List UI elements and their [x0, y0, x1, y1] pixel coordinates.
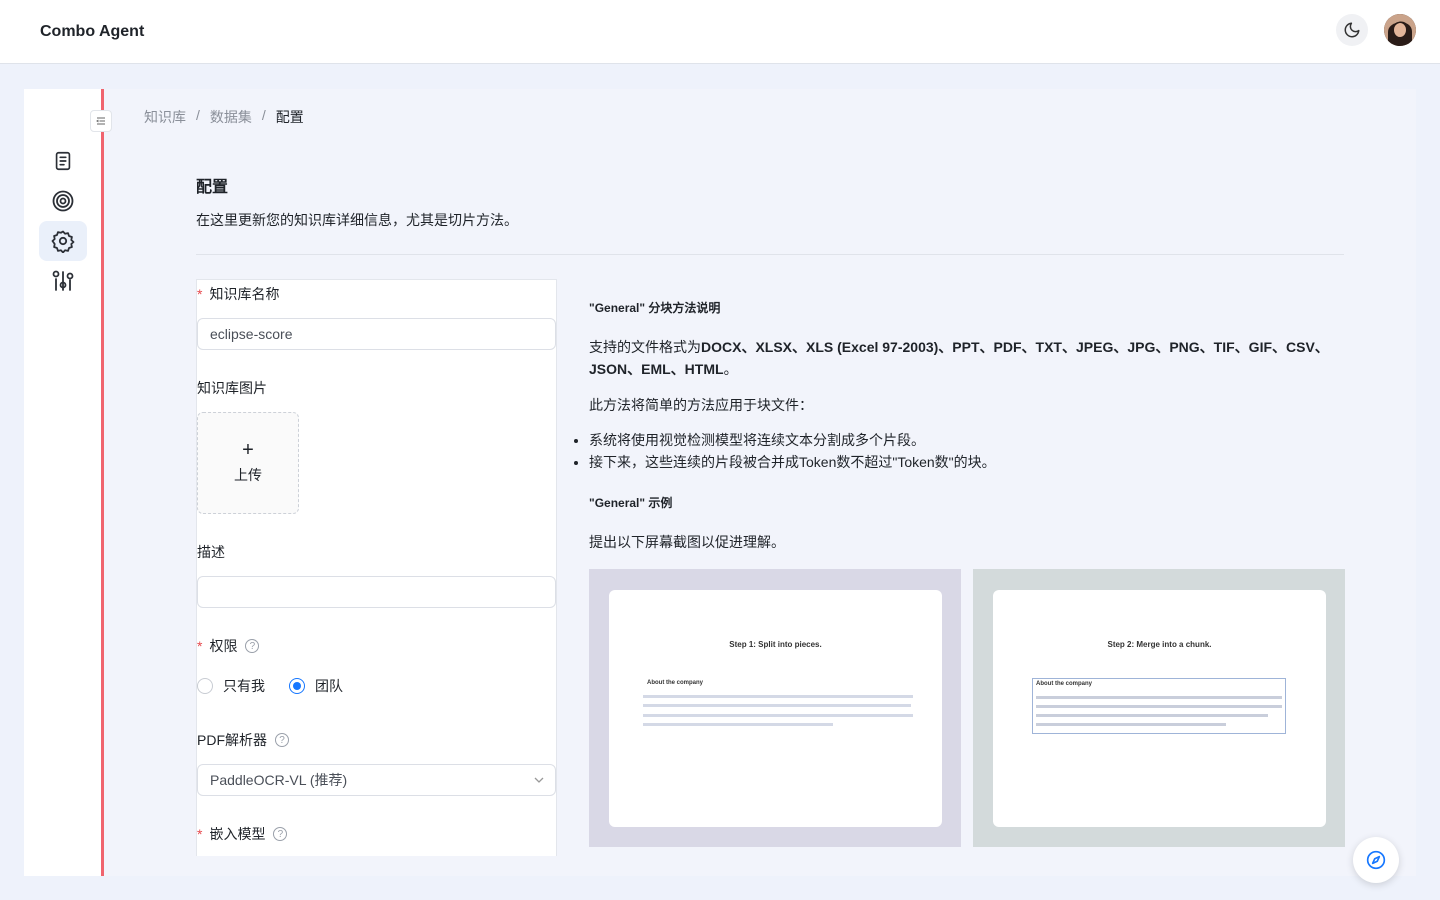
name-label: * 知识库名称: [197, 286, 280, 302]
example-screenshot-merge: Step 2: Merge into a chunk. About the co…: [973, 569, 1345, 847]
image-label: 知识库图片: [197, 380, 267, 396]
image-upload-button[interactable]: + 上传: [197, 412, 299, 514]
sidebar-item-documents[interactable]: [39, 141, 87, 181]
breadcrumb-knowledge-base[interactable]: 知识库: [144, 107, 186, 127]
screenshot-step-title: Step 2: Merge into a chunk.: [1107, 640, 1212, 649]
page-description: 在这里更新您的知识库详细信息，尤其是切片方法。: [196, 212, 518, 228]
plus-icon: +: [242, 439, 254, 461]
document-icon: [55, 151, 71, 171]
embedding-model-label: * 嵌入模型 ?: [197, 824, 288, 844]
screenshot-card: Step 1: Split into pieces. About the com…: [609, 590, 942, 827]
text-line: [1036, 723, 1226, 726]
permission-label: * 权限 ?: [197, 636, 260, 656]
screenshot-card: Step 2: Merge into a chunk. About the co…: [993, 590, 1326, 827]
screenshot-section-title: About the company: [1036, 681, 1093, 687]
example-screenshot-split: Step 1: Split into pieces. About the com…: [589, 569, 961, 847]
divider: [196, 254, 1344, 255]
moon-icon: [1344, 22, 1360, 38]
pdf-parser-label: PDF解析器 ?: [197, 730, 289, 750]
radio-label-only-me[interactable]: 只有我: [223, 676, 265, 696]
text-line: [643, 723, 833, 726]
sidebar-item-tuning[interactable]: [39, 261, 87, 301]
example-text: 提出以下屏幕截图以促进理解。: [589, 534, 785, 550]
sidebar: [24, 89, 104, 876]
screenshot-step-title: Step 1: Split into pieces.: [729, 640, 822, 649]
theme-toggle-button[interactable]: [1336, 14, 1368, 46]
app-title: Combo Agent: [40, 23, 145, 40]
sidebar-collapse-button[interactable]: [90, 110, 112, 132]
tuning-icon: [52, 270, 74, 291]
text-line: [643, 714, 913, 717]
pdf-parser-select[interactable]: PaddleOCR-VL (推荐): [197, 764, 556, 796]
method-steps-list: 系统将使用视觉检测模型将连续文本分割成多个片段。 接下来，这些连续的片段被合并成…: [589, 429, 996, 473]
required-mark: *: [197, 826, 203, 842]
text-line: [1036, 705, 1282, 708]
text-line: [1036, 714, 1268, 717]
target-icon: [52, 190, 74, 212]
text-line: [1036, 696, 1282, 699]
help-icon[interactable]: ?: [273, 827, 288, 841]
compass-icon: [1366, 850, 1386, 870]
help-icon[interactable]: ?: [245, 639, 260, 653]
page-title: 配置: [196, 179, 229, 196]
floating-assistant-button[interactable]: [1353, 837, 1399, 883]
main-content: 知识库 / 数据集 / 配置 配置 在这里更新您的知识库详细信息，尤其是切片方法…: [104, 89, 1416, 876]
help-icon[interactable]: ?: [275, 733, 289, 747]
upload-label: 上传: [234, 467, 262, 483]
sidebar-item-settings[interactable]: [39, 221, 87, 261]
radio-only-me[interactable]: [197, 678, 213, 694]
required-mark: *: [197, 638, 203, 654]
example-heading: "General" 示例: [589, 496, 673, 510]
text-line: [643, 704, 911, 707]
list-item: 系统将使用视觉检测模型将连续文本分割成多个片段。: [589, 429, 996, 451]
required-mark: *: [197, 286, 203, 302]
description-label: 描述: [197, 544, 225, 560]
user-avatar[interactable]: [1384, 14, 1416, 46]
name-input[interactable]: eclipse-score: [197, 318, 556, 350]
breadcrumb-separator: /: [261, 107, 266, 123]
config-form: * 知识库名称 eclipse-score 知识库图片 + 上传 描述 * 权限…: [196, 279, 557, 856]
method-heading: "General" 分块方法说明: [589, 301, 721, 315]
radio-team[interactable]: [289, 678, 305, 694]
description-input[interactable]: [197, 576, 556, 608]
breadcrumb-current: 配置: [275, 109, 304, 125]
chevron-down-icon: [534, 777, 544, 783]
text-line: [643, 695, 913, 698]
method-intro: 此方法将简单的方法应用于块文件：: [589, 397, 813, 413]
sidebar-item-retrieval[interactable]: [39, 181, 87, 221]
formats-text: 支持的文件格式为DOCX、XLSX、XLS (Excel 97-2003)、PP…: [589, 339, 1329, 377]
menu-collapse-icon: [96, 117, 105, 125]
settings-icon: [51, 230, 75, 253]
permission-radio-group: 只有我 团队: [197, 676, 343, 696]
radio-label-team[interactable]: 团队: [315, 676, 343, 696]
avatar-image: [1384, 14, 1416, 46]
breadcrumb: 知识库 / 数据集 / 配置: [144, 107, 304, 127]
top-bar: Combo Agent: [0, 0, 1440, 64]
screenshot-section-title: About the company: [647, 680, 704, 686]
breadcrumb-dataset[interactable]: 数据集: [210, 107, 252, 127]
breadcrumb-separator: /: [196, 107, 200, 123]
list-item: 接下来，这些连续的片段被合并成Token数不超过"Token数"的块。: [589, 451, 996, 473]
